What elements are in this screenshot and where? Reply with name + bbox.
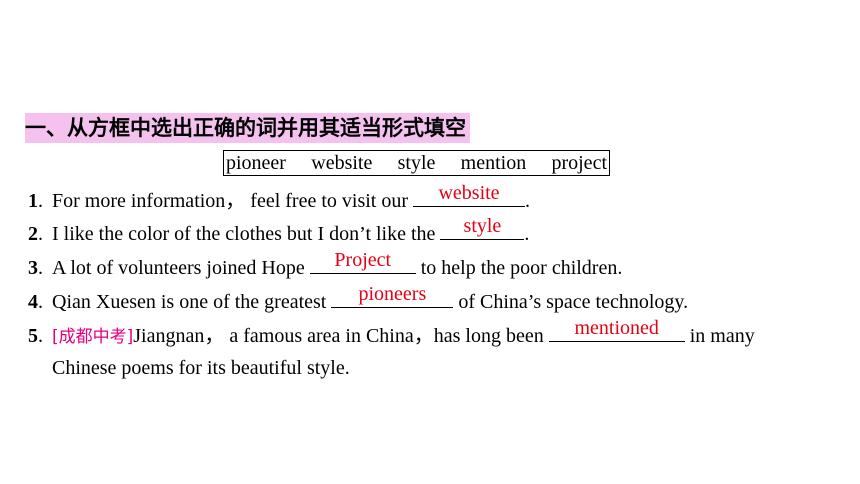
word-box-item: project bbox=[551, 151, 607, 174]
question-dot: . bbox=[38, 190, 43, 212]
question-dot: . bbox=[38, 325, 43, 347]
question-number: 2 bbox=[28, 223, 38, 245]
word-box-item: style bbox=[397, 151, 436, 174]
answer-text: website bbox=[438, 182, 500, 204]
answer-blank[interactable]: pioneers bbox=[331, 283, 454, 308]
answer-text: mentioned bbox=[574, 317, 659, 339]
question-text-before: I like the color of the clothes but I do… bbox=[52, 223, 441, 245]
answer-blank[interactable]: mentioned bbox=[548, 317, 685, 342]
question-number: 3 bbox=[28, 257, 38, 279]
answer-blank[interactable]: website bbox=[413, 182, 526, 207]
question-dot: . bbox=[38, 223, 43, 245]
question-text-after: in many bbox=[684, 325, 755, 347]
question-number: 5 bbox=[28, 325, 38, 347]
word-box-item: website bbox=[311, 151, 373, 174]
question-5: 5. [成都中考]Jiangnan， a famous area in China… bbox=[28, 317, 755, 350]
answer-text: Project bbox=[334, 249, 392, 271]
question-3: 3. A lot of volunteers joined Hope Projec… bbox=[28, 249, 623, 281]
question-number: 4 bbox=[28, 291, 38, 313]
answer-blank[interactable]: Project bbox=[309, 249, 416, 274]
word-box-item: pioneer bbox=[226, 151, 286, 174]
question-text-before: Qian Xuesen is one of the greatest bbox=[52, 291, 332, 313]
page: 一、从方框中选出正确的词并用其适当形式填空 pioneer website st… bbox=[0, 0, 860, 484]
question-number: 1 bbox=[28, 190, 38, 212]
question-1: 1. For more information， feel free to vis… bbox=[28, 182, 531, 214]
question-dot: . bbox=[38, 291, 43, 313]
question-2: 2. I like the color of the clothes but I … bbox=[28, 215, 530, 247]
question-text-before: For more information， feel free to visit… bbox=[52, 190, 414, 212]
question-text-after: . bbox=[525, 190, 531, 212]
exam-source-tag: [成都中考] bbox=[52, 327, 134, 347]
answer-blank[interactable]: style bbox=[440, 215, 525, 240]
answer-text: pioneers bbox=[358, 283, 427, 305]
answer-text: style bbox=[463, 215, 502, 237]
section-heading: 一、从方框中选出正确的词并用其适当形式填空 bbox=[25, 113, 470, 143]
word-box: pioneer website style mention project bbox=[223, 150, 610, 176]
question-text-after: of China’s space technology. bbox=[453, 291, 689, 313]
question-dot: . bbox=[38, 257, 43, 279]
question-text-after: . bbox=[524, 223, 530, 245]
question-text-after: to help the poor children. bbox=[415, 257, 623, 279]
question-4: 4. Qian Xuesen is one of the greatest pio… bbox=[28, 283, 689, 315]
question-text-before: A lot of volunteers joined Hope bbox=[52, 257, 310, 279]
question-text-before: Jiangnan， a famous area in China，has lon… bbox=[133, 325, 549, 347]
word-box-item: mention bbox=[460, 151, 527, 174]
question-5-continuation: Chinese poems for its beautiful style. bbox=[52, 357, 350, 379]
